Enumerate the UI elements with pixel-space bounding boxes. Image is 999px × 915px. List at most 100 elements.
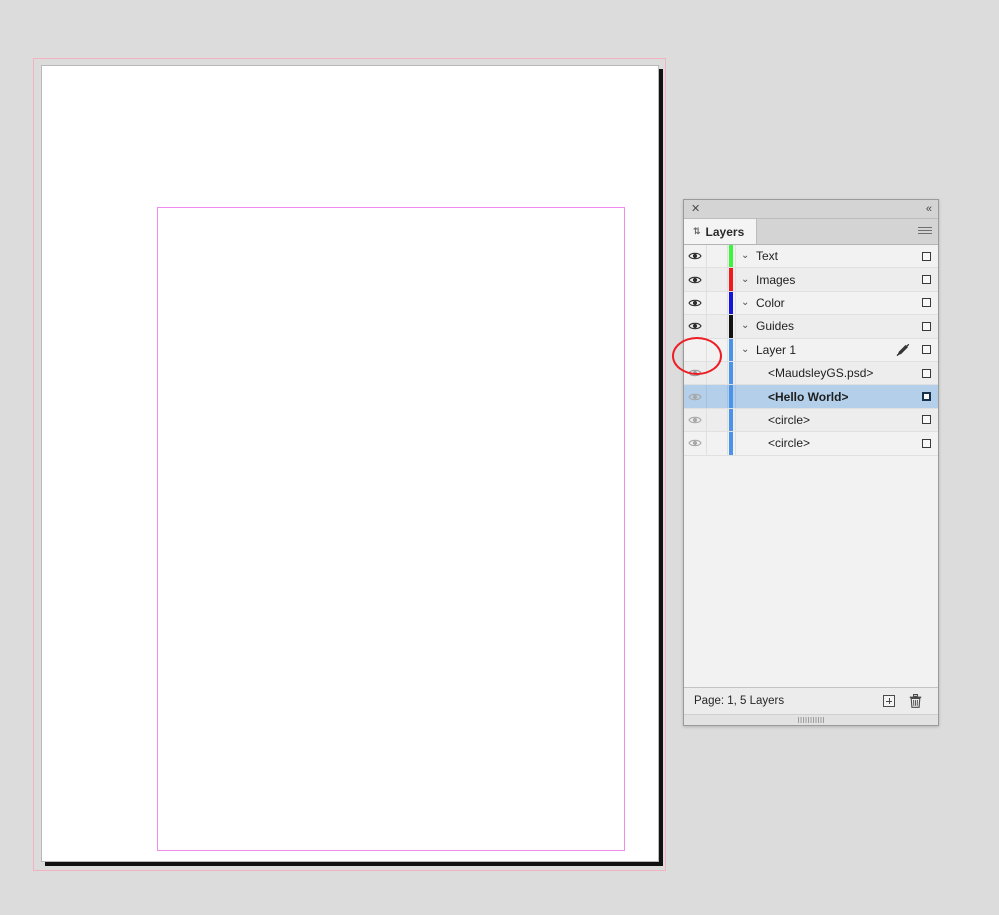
lock-toggle[interactable] xyxy=(707,245,728,268)
layer-color-chip xyxy=(728,315,735,338)
tab-layers-label: Layers xyxy=(705,224,745,239)
layer-name-cell[interactable]: <circle> xyxy=(735,408,892,432)
visibility-toggle[interactable] xyxy=(684,385,707,408)
layer-color-chip xyxy=(728,245,735,268)
edit-disabled-slot xyxy=(892,245,914,267)
collapse-panel-icon[interactable]: « xyxy=(926,203,932,215)
lock-toggle[interactable] xyxy=(707,432,728,455)
target-square-icon xyxy=(921,415,931,425)
panel-menu-button[interactable] xyxy=(912,219,938,244)
layer-row[interactable]: <MaudsleyGS.psd> xyxy=(684,361,938,386)
lock-toggle[interactable] xyxy=(707,338,728,361)
layer-color-chip xyxy=(728,338,735,361)
layer-row[interactable]: <Hello World> xyxy=(684,385,938,409)
layer-name-cell[interactable]: <MaudsleyGS.psd> xyxy=(735,361,892,385)
page-sheet[interactable] xyxy=(41,65,659,862)
target-indicator[interactable] xyxy=(914,268,938,290)
visibility-toggle[interactable] xyxy=(684,291,707,315)
lock-toggle[interactable] xyxy=(707,268,728,291)
layer-name-cell[interactable]: <Hello World> xyxy=(735,385,892,408)
layers-panel[interactable]: ✕ « ⇅ Layers ⌄ Text ⌄ Images ⌄ Color ⌄ Guides ⌄ L… xyxy=(683,199,939,726)
panel-resize-handle[interactable] xyxy=(684,714,938,725)
layer-name-label: Images xyxy=(756,272,796,287)
target-square-icon xyxy=(921,251,931,261)
lock-toggle[interactable] xyxy=(707,385,728,408)
lock-toggle[interactable] xyxy=(707,408,728,432)
edit-disabled-slot xyxy=(892,362,914,384)
visibility-toggle[interactable] xyxy=(684,315,707,338)
layer-color-chip xyxy=(728,385,735,408)
layer-name-label: <circle> xyxy=(768,436,811,451)
layer-row[interactable]: ⌄ Text xyxy=(684,245,938,269)
eye-icon xyxy=(688,415,702,425)
screen: ✕ « ⇅ Layers ⌄ Text ⌄ Images ⌄ Color ⌄ Guides ⌄ L… xyxy=(0,0,999,915)
lock-toggle[interactable] xyxy=(707,315,728,338)
eye-icon xyxy=(688,438,702,448)
edit-disabled-slot xyxy=(892,315,914,337)
panel-footer: Page: 1, 5 Layers xyxy=(684,687,938,714)
close-icon[interactable]: ✕ xyxy=(691,203,700,215)
chevron-down-icon[interactable]: ⌄ xyxy=(741,297,751,308)
edit-disabled-slot xyxy=(892,292,914,314)
lock-toggle[interactable] xyxy=(707,361,728,385)
layer-list[interactable]: ⌄ Text ⌄ Images ⌄ Color ⌄ Guides ⌄ Layer 1 <Maudsl… xyxy=(684,245,938,687)
target-square-icon xyxy=(921,275,931,285)
eye-icon xyxy=(688,251,702,261)
chevron-down-icon[interactable]: ⌄ xyxy=(741,321,751,331)
delete-layer-button[interactable] xyxy=(902,694,928,708)
panel-tab-row: ⇅ Layers xyxy=(684,219,938,245)
chevron-down-icon[interactable]: ⌄ xyxy=(741,344,751,355)
layer-count-status: Page: 1, 5 Layers xyxy=(694,695,785,707)
layer-name-label: <Hello World> xyxy=(768,389,849,404)
layer-name-cell[interactable]: ⌄ Color xyxy=(735,291,892,315)
layer-name-label: <MaudsleyGS.psd> xyxy=(768,366,874,381)
visibility-toggle[interactable] xyxy=(684,338,707,361)
resize-grip-icon xyxy=(798,717,824,723)
layer-row[interactable]: ⌄ Layer 1 xyxy=(684,338,938,362)
target-indicator[interactable] xyxy=(914,339,938,361)
layer-row[interactable]: <circle> xyxy=(684,432,938,456)
layer-color-chip xyxy=(728,408,735,432)
tab-grip-icon: ⇅ xyxy=(693,226,701,236)
eye-icon xyxy=(688,298,702,308)
visibility-toggle[interactable] xyxy=(684,408,707,432)
panel-titlebar: ✕ « xyxy=(684,200,938,219)
target-indicator[interactable] xyxy=(914,385,938,407)
chevron-down-icon[interactable]: ⌄ xyxy=(741,274,751,285)
target-indicator[interactable] xyxy=(914,432,938,454)
tab-layers[interactable]: ⇅ Layers xyxy=(684,219,758,244)
tab-row-filler xyxy=(757,219,912,244)
trash-icon xyxy=(909,694,921,708)
layer-row[interactable]: ⌄ Images xyxy=(684,268,938,292)
target-indicator[interactable] xyxy=(914,245,938,267)
eye-icon xyxy=(688,392,702,402)
visibility-toggle[interactable] xyxy=(684,268,707,291)
layer-row[interactable]: <circle> xyxy=(684,408,938,433)
eye-icon xyxy=(688,275,702,285)
visibility-toggle[interactable] xyxy=(684,432,707,455)
layer-name-cell[interactable]: ⌄ Layer 1 xyxy=(735,338,892,361)
target-indicator[interactable] xyxy=(914,292,938,314)
target-indicator[interactable] xyxy=(914,362,938,384)
lock-toggle[interactable] xyxy=(707,291,728,315)
layer-name-cell[interactable]: ⌄ Text xyxy=(735,245,892,268)
layer-name-cell[interactable]: <circle> xyxy=(735,432,892,455)
layer-row[interactable]: ⌄ Color xyxy=(684,291,938,316)
layer-color-chip xyxy=(728,291,735,315)
layer-row[interactable]: ⌄ Guides xyxy=(684,315,938,339)
visibility-toggle[interactable] xyxy=(684,361,707,385)
chevron-down-icon[interactable]: ⌄ xyxy=(741,251,751,261)
new-layer-button[interactable] xyxy=(876,695,902,707)
target-indicator[interactable] xyxy=(914,409,938,431)
layer-name-label: Guides xyxy=(756,319,795,334)
layer-name-cell[interactable]: ⌄ Guides xyxy=(735,315,892,338)
visibility-toggle[interactable] xyxy=(684,245,707,268)
layer-name-label: Layer 1 xyxy=(756,342,797,357)
document-canvas-area[interactable] xyxy=(0,0,683,915)
edit-disabled-slot xyxy=(892,432,914,454)
layer-name-cell[interactable]: ⌄ Images xyxy=(735,268,892,291)
layer-color-chip xyxy=(728,268,735,291)
layer-name-label: <circle> xyxy=(768,412,811,427)
pen-strikethrough-icon[interactable] xyxy=(896,343,910,357)
target-indicator[interactable] xyxy=(914,315,938,337)
